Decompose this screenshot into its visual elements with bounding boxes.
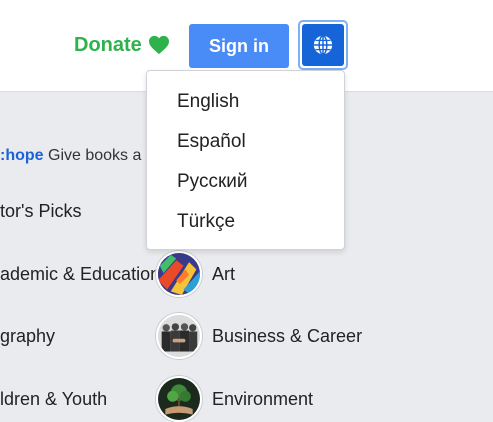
art-icon[interactable] — [156, 251, 202, 297]
environment-icon[interactable] — [156, 376, 202, 422]
sign-in-button[interactable]: Sign in — [189, 24, 289, 68]
language-option-russian[interactable]: Русский — [177, 171, 248, 193]
category-environment[interactable]: Environment — [212, 389, 313, 410]
language-option-spanish[interactable]: Español — [177, 131, 246, 153]
globe-icon — [313, 35, 333, 55]
promo-message: Give books a — [43, 147, 142, 164]
category-biography[interactable]: graphy — [0, 326, 55, 347]
category-editors-picks[interactable]: tor's Picks — [0, 201, 81, 222]
business-icon[interactable] — [156, 313, 202, 359]
language-option-turkish[interactable]: Türkçe — [177, 211, 235, 233]
language-button-inner — [302, 24, 344, 66]
category-business-career[interactable]: Business & Career — [212, 326, 362, 347]
language-button[interactable] — [298, 20, 348, 70]
donate-link[interactable]: Donate — [74, 32, 170, 58]
language-dropdown-menu: English Español Русский Türkçe — [146, 70, 345, 250]
promo-hashtag[interactable]: :hope — [0, 147, 44, 164]
category-academic-education[interactable]: ademic & Education — [0, 264, 160, 285]
promo-text: :hope Give books a — [0, 147, 141, 165]
category-children-youth[interactable]: ldren & Youth — [0, 389, 107, 410]
language-option-english[interactable]: English — [177, 91, 239, 113]
category-art[interactable]: Art — [212, 264, 235, 285]
donate-label: Donate — [74, 33, 142, 56]
heart-icon — [148, 35, 169, 55]
